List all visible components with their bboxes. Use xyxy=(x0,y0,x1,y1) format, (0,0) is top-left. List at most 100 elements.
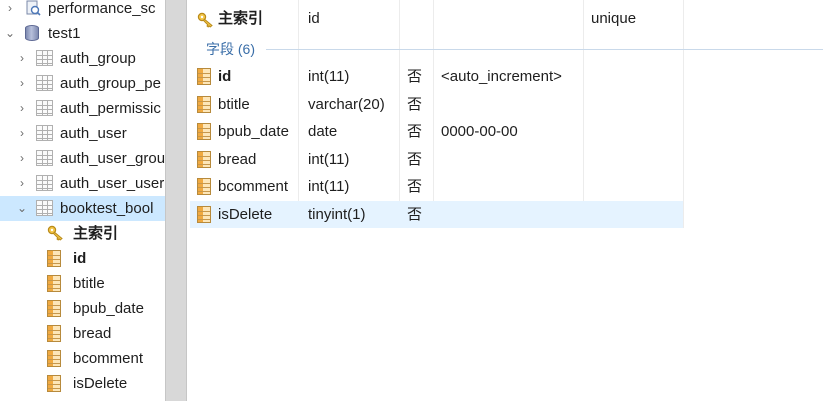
tree-item-label: auth_user xyxy=(60,125,127,142)
tree-item-label: id xyxy=(73,250,87,267)
column-icon xyxy=(47,250,61,267)
tree-item-auth_group[interactable]: › auth_group xyxy=(0,46,165,71)
tree-item-label: bpub_date xyxy=(73,300,144,317)
tree-item-label: 主索引 xyxy=(73,225,119,242)
tree-item-booktest_bool[interactable]: ⌄ booktest_bool xyxy=(0,196,165,221)
schema-icon xyxy=(25,0,41,16)
field-row[interactable]: bpub_date date 否 0000-00-00 xyxy=(190,118,683,145)
table-icon xyxy=(36,125,53,141)
expand-arrow-icon[interactable]: › xyxy=(15,96,29,121)
field-default: 0000-00-00 xyxy=(441,123,518,140)
field-type: varchar(20) xyxy=(308,95,385,113)
tree-item-label: test1 xyxy=(48,25,81,42)
table-icon xyxy=(36,150,53,166)
expand-arrow-icon[interactable]: › xyxy=(15,121,29,146)
key-icon xyxy=(47,225,65,241)
column-icon xyxy=(47,275,61,292)
field-type: date xyxy=(308,123,338,140)
field-row[interactable]: bread int(11) 否 xyxy=(190,146,683,173)
expand-arrow-icon[interactable]: › xyxy=(15,171,29,196)
column-icon xyxy=(197,178,211,195)
table-icon xyxy=(36,200,53,216)
tree-item-label: btitle xyxy=(73,275,105,292)
tree-item-auth_user[interactable]: › auth_user xyxy=(0,121,165,146)
field-name: bcomment xyxy=(218,178,289,195)
column-icon xyxy=(197,68,211,85)
expand-arrow-icon[interactable]: › xyxy=(15,146,29,171)
field-row[interactable]: bcomment int(11) 否 xyxy=(190,173,683,200)
field-type: tinyint(1) xyxy=(308,205,366,223)
expand-arrow-icon[interactable]: › xyxy=(15,46,29,71)
tree-item-label: booktest_bool xyxy=(60,200,154,217)
index-kind: unique xyxy=(591,10,637,27)
field-row[interactable]: isDelete tinyint(1) 否 xyxy=(190,200,683,228)
tree-item-label: auth_group_pe xyxy=(60,75,161,92)
field-row[interactable]: btitle varchar(20) 否 xyxy=(190,91,683,118)
column-icon xyxy=(197,95,211,113)
column-icon xyxy=(47,300,61,317)
fields-section-label: 字段 (6) xyxy=(206,41,255,57)
field-type: int(11) xyxy=(308,68,350,85)
tree-item-label: bcomment xyxy=(73,350,144,367)
tree-item-label: auth_permissic xyxy=(60,100,161,117)
tree-item-performance_sc[interactable]: › performance_sc xyxy=(0,0,165,21)
tree-item-bread[interactable]: bread xyxy=(0,321,165,346)
tree-item-id[interactable]: id xyxy=(0,246,165,271)
table-icon xyxy=(36,175,53,191)
pane-splitter[interactable] xyxy=(165,0,187,401)
tree-item-label: auth_group xyxy=(60,50,136,67)
collapse-arrow-icon[interactable]: ⌄ xyxy=(3,21,17,46)
field-nullable: 否 xyxy=(407,205,423,223)
tree-item-auth_user_grou[interactable]: › auth_user_grou xyxy=(0,146,165,171)
database-icon xyxy=(25,25,39,41)
field-nullable: 否 xyxy=(407,95,423,113)
index-row[interactable]: 主索引 id unique xyxy=(190,5,683,32)
index-column: id xyxy=(308,10,320,27)
field-name: btitle xyxy=(218,95,250,113)
tree-item-bpub_date[interactable]: bpub_date xyxy=(0,296,165,321)
field-nullable: 否 xyxy=(407,123,423,140)
index-name: 主索引 xyxy=(218,10,264,27)
tree-item-label: bread xyxy=(73,325,112,342)
field-name: isDelete xyxy=(218,205,273,223)
tree-item-auth_permissic[interactable]: › auth_permissic xyxy=(0,96,165,121)
field-name: bpub_date xyxy=(218,123,289,140)
column-icon xyxy=(197,205,211,223)
field-nullable: 否 xyxy=(407,68,423,85)
column-icon xyxy=(47,375,61,392)
tree-item-auth_user_user[interactable]: › auth_user_user xyxy=(0,171,165,196)
column-icon xyxy=(197,123,211,140)
field-row[interactable]: id int(11) 否 <auto_increment> xyxy=(190,63,683,90)
tree-item-btitle[interactable]: btitle xyxy=(0,271,165,296)
tree-item-auth_group_pe[interactable]: › auth_group_pe xyxy=(0,71,165,96)
key-icon xyxy=(197,10,215,37)
field-nullable: 否 xyxy=(407,150,423,168)
table-icon xyxy=(36,100,53,116)
collapse-arrow-icon[interactable]: ⌄ xyxy=(15,196,29,221)
table-icon xyxy=(36,50,53,66)
expand-arrow-icon[interactable]: › xyxy=(3,0,17,21)
expand-arrow-icon[interactable]: › xyxy=(15,71,29,96)
tree-item-label: isDelete xyxy=(73,375,128,392)
field-type: int(11) xyxy=(308,178,350,195)
column-icon xyxy=(197,150,211,168)
fields-section-header[interactable]: 字段 (6) xyxy=(190,37,823,61)
tree-item-bcomment[interactable]: bcomment xyxy=(0,346,165,371)
column-icon xyxy=(47,350,61,367)
section-rule xyxy=(266,49,823,50)
structure-grid: 主索引 id unique 字段 (6) id int(11) 否 <auto_inc… xyxy=(190,0,823,401)
field-default: <auto_increment> xyxy=(441,68,562,85)
table-icon xyxy=(36,75,53,91)
tree-item-label: auth_user_grou xyxy=(60,150,165,167)
column-divider xyxy=(683,0,684,228)
tree-item-isDelete[interactable]: isDelete xyxy=(0,371,165,396)
tree-item-label: auth_user_user xyxy=(60,175,165,192)
field-nullable: 否 xyxy=(407,178,423,195)
object-tree: › performance_sc ⌄ test1 › auth_group › auth_gr… xyxy=(0,0,165,401)
field-name: id xyxy=(218,68,232,85)
tree-item-test1[interactable]: ⌄ test1 xyxy=(0,21,165,46)
tree-item-primary-index[interactable]: 主索引 xyxy=(0,221,165,246)
field-type: int(11) xyxy=(308,150,350,168)
tree-item-label: performance_sc xyxy=(48,0,156,17)
field-name: bread xyxy=(218,150,257,168)
